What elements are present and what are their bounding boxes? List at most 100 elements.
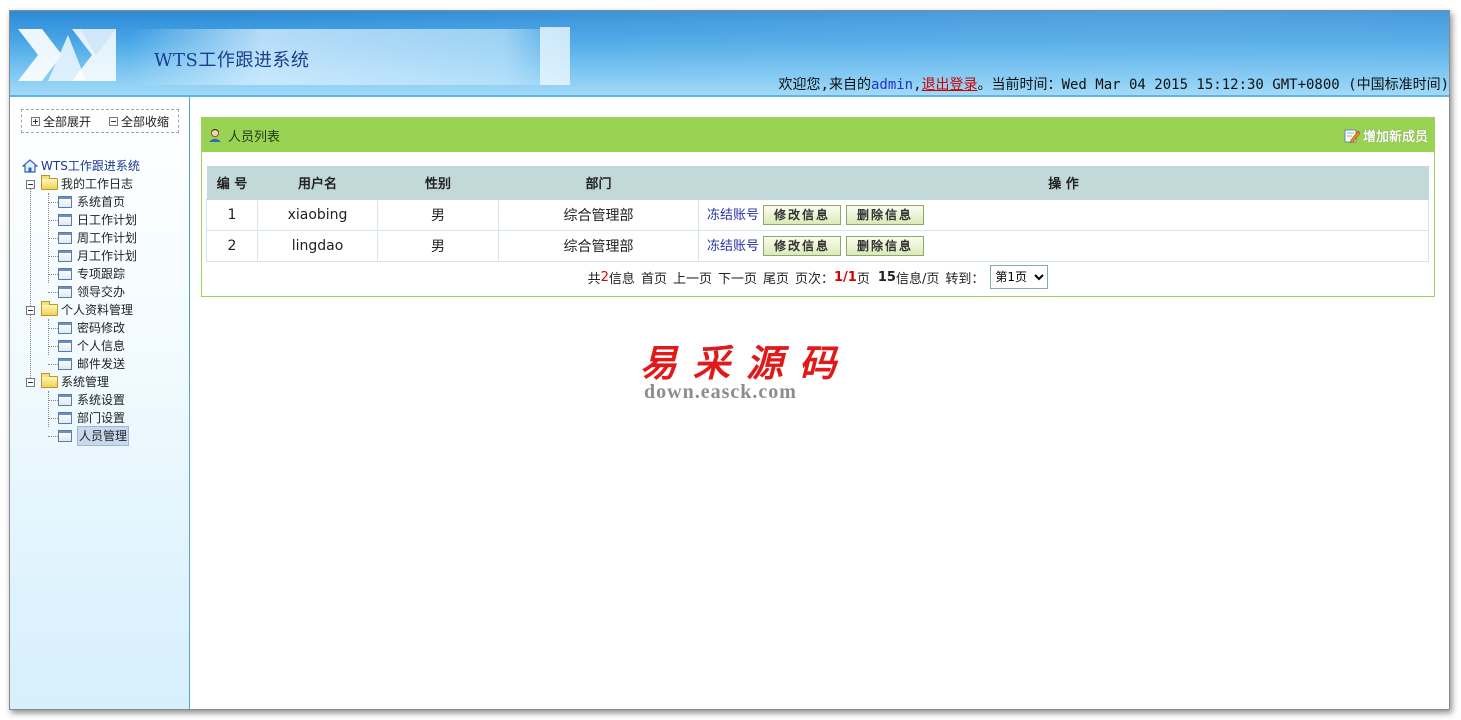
edit-icon [1344, 129, 1360, 143]
staff-table: 编 号 用户名 性别 部门 操 作 1 xiaobing 男 综合管理部 冻结账… [206, 166, 1429, 262]
add-member-button[interactable]: 增加新成员 [1344, 126, 1428, 145]
freeze-account-link[interactable]: 冻结账号 [707, 208, 759, 223]
tree-group-profile[interactable]: 个人资料管理 [22, 301, 140, 319]
cell-gender: 男 [377, 229, 499, 262]
minus-box-icon [26, 305, 35, 315]
tree-item-personal-info[interactable]: 个人信息 [22, 337, 140, 355]
page-icon [58, 322, 72, 334]
app-window: WTS工作跟进系统 欢迎您,来自的admin,退出登录。当前时间：Wed Mar… [9, 10, 1450, 710]
nav-tree: WTS工作跟进系统 我的工作日志 系统首页 日工作计划 周工作计划 月工作计划 … [22, 157, 140, 446]
cell-operations: 冻结账号 修改信息 删除信息 [698, 229, 1429, 262]
header-banner: WTS工作跟进系统 欢迎您,来自的admin,退出登录。当前时间：Wed Mar… [10, 11, 1449, 97]
logout-link[interactable]: 退出登录 [922, 77, 978, 93]
tree-controls: 全部展开 全部收缩 [21, 109, 179, 133]
page-icon [58, 250, 72, 262]
freeze-account-link[interactable]: 冻结账号 [707, 239, 759, 254]
tree-item-special-tracking[interactable]: 专项跟踪 [22, 265, 140, 283]
tree-item-leader-assigned[interactable]: 领导交办 [22, 283, 140, 301]
page-icon [58, 196, 72, 208]
cell-username: lingdao [257, 229, 378, 262]
pager-last-link[interactable]: 尾页 [763, 268, 789, 287]
sidebar: 全部展开 全部收缩 WTS工作跟进系统 我的工作日志 系统首页 日工作计划 周工… [10, 97, 190, 709]
tree-root[interactable]: WTS工作跟进系统 [22, 157, 140, 175]
panel-title: 人员列表 [208, 126, 280, 145]
tree-item-label: 个人信息 [77, 339, 126, 353]
cell-id: 1 [206, 198, 258, 231]
tree-item-label: 系统设置 [77, 393, 126, 407]
edit-info-button[interactable]: 修改信息 [763, 205, 842, 225]
page-icon [58, 232, 72, 244]
tree-item-label: 日工作计划 [77, 213, 138, 227]
plus-box-icon [30, 116, 40, 126]
table-row: 2 lingdao 男 综合管理部 冻结账号 修改信息 删除信息 [206, 229, 1429, 262]
pager-first-link[interactable]: 首页 [641, 268, 667, 287]
page-icon [58, 340, 72, 352]
cell-operations: 冻结账号 修改信息 删除信息 [698, 198, 1429, 231]
pager-total-count: 2 [600, 269, 609, 285]
delete-info-button[interactable]: 删除信息 [846, 236, 925, 256]
folder-icon [41, 373, 58, 388]
column-header-username: 用户名 [257, 166, 378, 200]
collapse-all-button[interactable]: 全部收缩 [108, 113, 169, 130]
edit-info-button[interactable]: 修改信息 [763, 236, 842, 256]
welcome-prefix: 欢迎您,来自的 [778, 77, 871, 93]
pager-current-page-value: 1/1 [834, 269, 857, 285]
home-icon [22, 159, 38, 173]
tree-group-system[interactable]: 系统管理 [22, 373, 140, 391]
staff-list-panel: 人员列表 增加新成员 编 号 用户名 性别 部门 操 作 1 xiaobing … [201, 117, 1435, 297]
tree-item-system-settings[interactable]: 系统设置 [22, 391, 140, 409]
page-icon [58, 430, 72, 442]
tree-item-label: 邮件发送 [77, 357, 126, 371]
tree-group-label: 我的工作日志 [61, 177, 134, 191]
watermark-title: 易采源码 [640, 341, 852, 385]
expand-all-label: 全部展开 [42, 114, 91, 129]
tree-item-weekly-plan[interactable]: 周工作计划 [22, 229, 140, 247]
pager-per-page: 15 [877, 269, 896, 285]
column-header-operations: 操 作 [698, 166, 1429, 200]
folder-icon [41, 175, 58, 190]
logo-icon [18, 29, 116, 81]
page-icon [58, 286, 72, 298]
tree-item-monthly-plan[interactable]: 月工作计划 [22, 247, 140, 265]
tree-group-label: 系统管理 [61, 375, 110, 389]
cell-department: 综合管理部 [498, 198, 699, 231]
time-prefix: 。当前时间： [977, 77, 1062, 93]
tree-item-department-settings[interactable]: 部门设置 [22, 409, 140, 427]
panel-header: 人员列表 增加新成员 [202, 118, 1434, 152]
tree-item-staff-management[interactable]: 人员管理 [22, 426, 140, 446]
minus-box-icon [108, 116, 118, 126]
pager-prev-link[interactable]: 上一页 [673, 268, 712, 287]
current-username: admin [870, 77, 914, 93]
pager-page-unit: 页 [856, 271, 870, 287]
tree-item-daily-plan[interactable]: 日工作计划 [22, 211, 140, 229]
column-header-id: 编 号 [206, 166, 258, 200]
welcome-comma: , [913, 77, 922, 93]
minus-box-icon [26, 179, 35, 189]
tree-item-send-mail[interactable]: 邮件发送 [22, 355, 140, 373]
cell-department: 综合管理部 [498, 229, 699, 262]
tree-item-home[interactable]: 系统首页 [22, 193, 140, 211]
tree-item-password[interactable]: 密码修改 [22, 319, 140, 337]
pager-per-page-suffix: 信息/页 [895, 271, 940, 287]
tree-item-label: 系统首页 [77, 195, 126, 209]
column-header-department: 部门 [498, 166, 699, 200]
tree-item-label: 领导交办 [77, 285, 126, 299]
delete-info-button[interactable]: 删除信息 [846, 205, 925, 225]
tree-item-label: 专项跟踪 [77, 267, 126, 281]
expand-all-button[interactable]: 全部展开 [30, 113, 91, 130]
page-icon [58, 412, 72, 424]
collapse-all-label: 全部收缩 [120, 114, 169, 129]
page-icon [58, 214, 72, 226]
welcome-bar: 欢迎您,来自的admin,退出登录。当前时间：Wed Mar 04 2015 1… [779, 74, 1449, 94]
pager-total-suffix: 信息 [608, 271, 635, 287]
tree-group-worklog[interactable]: 我的工作日志 [22, 175, 140, 193]
tree-item-label-selected: 人员管理 [77, 426, 130, 446]
panel-title-label: 人员列表 [228, 129, 281, 145]
pager-next-link[interactable]: 下一页 [718, 268, 757, 287]
minus-box-icon [26, 377, 35, 387]
cell-id: 2 [206, 229, 258, 262]
system-title: WTS工作跟进系统 [154, 50, 310, 71]
tree-item-label: 密码修改 [77, 321, 126, 335]
page-select[interactable]: 第1页 [990, 265, 1049, 289]
pager-total-prefix: 共 [587, 271, 601, 287]
